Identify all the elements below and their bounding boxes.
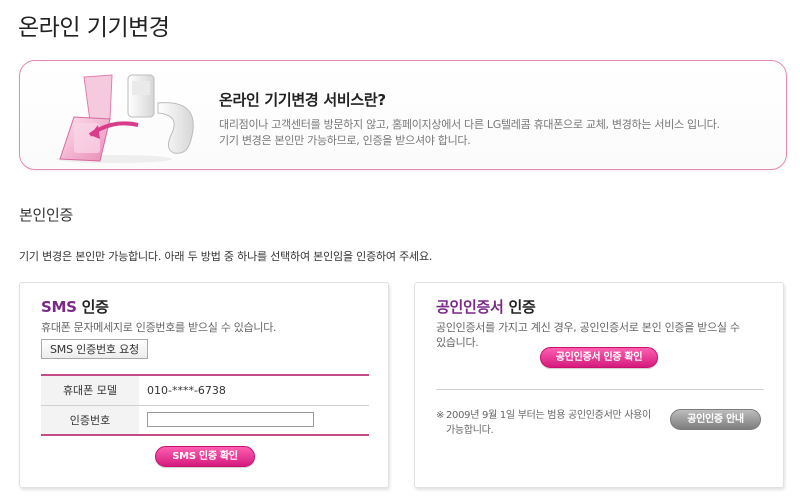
sms-auth-card: SMS 인증 휴대폰 문자메세지로 인증번호를 받으실 수 있습니다. SMS … (19, 282, 389, 488)
cert-card-description: 공인인증서를 가지고 계신 경우, 공인인증서로 본인 인증을 받으실 수 있습… (436, 320, 740, 350)
auth-section-title: 본인인증 (19, 206, 74, 224)
sms-card-description: 휴대폰 문자메세지로 인증번호를 받으실 수 있습니다. (41, 321, 277, 334)
sms-title-accent: SMS (41, 298, 77, 316)
auth-code-input[interactable] (147, 412, 314, 428)
note-mark: ※ (436, 410, 445, 421)
cert-title-rest: 인증 (503, 298, 536, 316)
cert-title-accent: 공인인증서 (436, 298, 504, 316)
intro-title: 온라인 기기변경 서비스란? (219, 91, 386, 109)
sms-form-table: 휴대폰 모델 010-****-6738 인증번호 (41, 374, 369, 436)
page-title: 온라인 기기변경 (18, 15, 170, 41)
phone-number-value: 010-****-6738 (139, 375, 369, 406)
phone-model-label: 휴대폰 모델 (41, 375, 139, 406)
table-row: 휴대폰 모델 010-****-6738 (41, 375, 369, 406)
phones-illustration-icon (56, 74, 194, 163)
cert-desc-line-1: 공인인증서를 가지고 계신 경우, 공인인증서로 본인 인증을 받으실 수 (436, 321, 740, 334)
intro-description: 대리점이나 고객센터를 방문하지 않고, 홈페이지상에서 다른 LG텔레콤 휴대… (219, 117, 720, 149)
auth-code-cell (139, 405, 369, 436)
sms-card-title: SMS 인증 (41, 296, 109, 317)
divider (436, 389, 764, 390)
table-row: 인증번호 (41, 405, 369, 436)
sms-request-button[interactable]: SMS 인증번호 요청 (41, 339, 148, 359)
cert-confirm-button[interactable]: 공인인증서 인증 확인 (540, 347, 658, 368)
auth-section-description: 기기 변경은 본인만 가능합니다. 아래 두 방법 중 하나를 선택하여 본인임… (19, 250, 433, 263)
intro-box: 온라인 기기변경 서비스란? 대리점이나 고객센터를 방문하지 않고, 홈페이지… (19, 60, 787, 170)
cert-note: 2009년 9월 1일 부터는 범용 공인인증서만 사용이 가능합니다. (446, 410, 651, 436)
cert-guide-button[interactable]: 공인인증 안내 (670, 409, 761, 430)
cert-auth-card: 공인인증서 인증 공인인증서를 가지고 계신 경우, 공인인증서로 본인 인증을… (414, 282, 784, 488)
intro-line-2: 기기 변경은 본인만 가능하므로, 인증을 받으셔야 합니다. (219, 134, 471, 147)
intro-line-1: 대리점이나 고객센터를 방문하지 않고, 홈페이지상에서 다른 LG텔레콤 휴대… (219, 118, 720, 131)
sms-title-rest: 인증 (76, 298, 109, 316)
auth-code-label: 인증번호 (41, 405, 139, 436)
cert-card-title: 공인인증서 인증 (436, 296, 536, 317)
sms-confirm-button[interactable]: SMS 인증 확인 (155, 446, 255, 467)
